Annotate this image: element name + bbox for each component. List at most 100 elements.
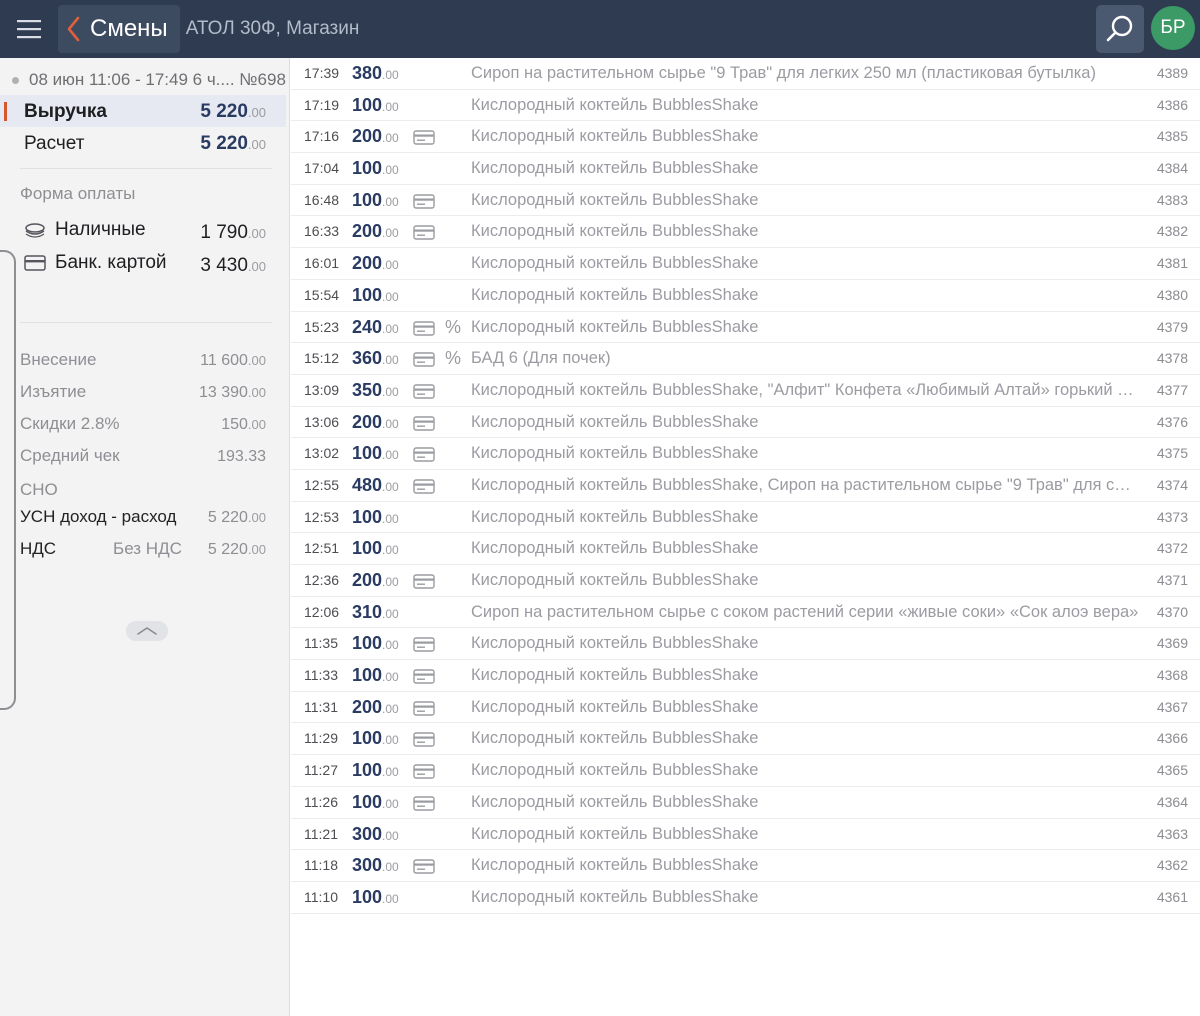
receipt-description: Кислородный коктейль BubblesShake, Сироп… xyxy=(471,475,1139,494)
cash-label: Наличные xyxy=(55,219,146,240)
receipt-time: 13:09 xyxy=(304,381,340,398)
back-button[interactable]: Смены xyxy=(58,5,180,53)
receipt-time: 12:55 xyxy=(304,476,340,493)
receipt-row[interactable]: 12:06 310.00 Сироп на растительном сырье с… xyxy=(291,597,1200,629)
card-icon xyxy=(413,574,435,589)
receipt-row[interactable]: 11:18 300.00 Кислородный коктейль BubblesS… xyxy=(291,850,1200,882)
collapse-button[interactable] xyxy=(126,621,168,641)
discount-label: Скидки 2.8% xyxy=(20,414,120,433)
receipt-number: 4373 xyxy=(1156,508,1188,525)
receipt-number: 4380 xyxy=(1156,286,1188,303)
receipt-amount: 310.00 xyxy=(352,601,399,622)
vat-label: НДС xyxy=(20,539,57,558)
receipt-row[interactable]: 17:16 200.00 Кислородный коктейль BubblesS… xyxy=(291,121,1200,154)
receipt-row[interactable]: 17:19 100.00 Кислородный коктейль BubblesS… xyxy=(291,90,1200,122)
receipt-description: Кислородный коктейль BubblesShake xyxy=(471,507,759,526)
card-payment-indicator xyxy=(413,732,435,752)
receipt-amount: 480.00 xyxy=(352,474,399,495)
device-subtitle: АТОЛ 30Ф, Магазин xyxy=(185,18,360,39)
withdrawal-value: 13 390.00 xyxy=(198,384,266,401)
receipt-row[interactable]: 17:04 100.00 Кислородный коктейль BubblesS… xyxy=(291,153,1200,185)
receipt-row[interactable]: 12:36 200.00 Кислородный коктейль BubblesS… xyxy=(291,565,1200,597)
receipt-row[interactable]: 17:39 380.00 Сироп на растительном сырье "… xyxy=(291,58,1200,90)
receipt-number: 4363 xyxy=(1156,825,1188,842)
receipt-row[interactable]: 12:55 480.00 Кислородный коктейль BubblesS… xyxy=(291,470,1200,502)
receipt-row[interactable]: 11:33 100.00 Кислородный коктейль BubblesS… xyxy=(291,660,1200,692)
receipt-description: Сироп на растительном сырье "9 Трав" для… xyxy=(471,64,1096,82)
receipt-number: 4368 xyxy=(1156,667,1188,684)
avatar[interactable]: БР xyxy=(1151,6,1195,50)
receipt-description: Сироп на растительном сырье с соком раст… xyxy=(471,602,1139,621)
settlement-row[interactable]: Расчет 5 220.00 xyxy=(24,133,266,155)
receipt-row[interactable]: 11:26 100.00 Кислородный коктейль BubblesS… xyxy=(291,787,1200,819)
receipt-amount: 100.00 xyxy=(352,791,399,812)
receipt-row[interactable]: 13:02 100.00 Кислородный коктейль BubblesS… xyxy=(291,438,1200,470)
receipt-row[interactable]: 11:21 300.00 Кислородный коктейль BubblesS… xyxy=(291,819,1200,851)
shift-selector[interactable]: 08 июн 11:06 - 17:49 6 ч.... №698 xyxy=(12,70,286,90)
vat-value: 5 220.00 xyxy=(207,541,266,558)
receipt-amount: 100.00 xyxy=(352,886,399,907)
card-icon xyxy=(413,130,435,146)
receipt-row[interactable]: 12:51 100.00 Кислородный коктейль BubblesS… xyxy=(291,533,1200,565)
receipt-row[interactable]: 16:33 200.00 Кислородный коктейль BubblesS… xyxy=(291,216,1200,249)
receipt-time: 11:29 xyxy=(304,730,338,747)
receipt-number: 4384 xyxy=(1156,160,1188,177)
receipt-description: Кислородный коктейль BubblesShake xyxy=(471,571,759,589)
receipt-row[interactable]: 13:06 200.00 Кислородный коктейль BubblesS… xyxy=(291,407,1200,439)
receipt-amount: 300.00 xyxy=(352,855,399,876)
revenue-row[interactable]: Выручка 5 220.00 xyxy=(24,101,266,123)
receipt-description: Кислородный коктейль BubblesShake xyxy=(471,792,759,811)
receipt-row[interactable]: 15:23 240.00% Кислородный коктейль Bubbles… xyxy=(291,312,1200,344)
receipt-number: 4372 xyxy=(1156,540,1188,557)
card-icon xyxy=(413,479,435,494)
receipt-row[interactable]: 11:29 100.00 Кислородный коктейль BubblesS… xyxy=(291,723,1200,756)
receipt-row[interactable]: 11:10 100.00 Кислородный коктейль BubblesS… xyxy=(291,882,1200,914)
receipt-time: 11:31 xyxy=(304,698,338,715)
card-icon xyxy=(413,796,435,811)
hamburger-icon xyxy=(17,20,41,39)
receipt-amount: 200.00 xyxy=(352,411,399,432)
receipt-row[interactable]: 11:31 200.00 Кислородный коктейль BubblesS… xyxy=(291,692,1200,724)
receipt-row[interactable]: 15:12 360.00% БАД 6 (Для почек) 4378 xyxy=(291,343,1200,375)
receipt-row[interactable]: 12:53 100.00 Кислородный коктейль BubblesS… xyxy=(291,502,1200,534)
receipt-time: 16:48 xyxy=(304,191,340,208)
receipt-row[interactable]: 16:01 200.00 Кислородный коктейль BubblesS… xyxy=(291,248,1200,280)
search-button[interactable] xyxy=(1096,5,1144,53)
receipt-number: 4382 xyxy=(1156,223,1188,240)
receipt-description: Кислородный коктейль BubblesShake xyxy=(471,539,759,558)
top-bar: Смены АТОЛ 30Ф, Магазин БР xyxy=(0,0,1200,58)
status-dot xyxy=(12,76,19,84)
chevron-left-icon xyxy=(67,16,80,42)
deposit-label: Внесение xyxy=(20,350,97,369)
card-icon xyxy=(24,255,46,271)
receipt-amount: 100.00 xyxy=(352,189,399,210)
receipt-row[interactable]: 11:27 100.00 Кислородный коктейль BubblesS… xyxy=(291,755,1200,787)
chevron-up-icon xyxy=(137,627,157,635)
receipt-description: БАД 6 (Для почек) xyxy=(471,349,611,368)
card-icon xyxy=(413,669,435,684)
receipt-description: Кислородный коктейль BubblesShake xyxy=(471,856,759,875)
receipt-description: Кислородный коктейль BubblesShake xyxy=(471,444,759,463)
tax-heading: СНО xyxy=(20,480,58,499)
receipt-amount: 300.00 xyxy=(352,823,399,844)
receipt-row[interactable]: 11:35 100.00 Кислородный коктейль BubblesS… xyxy=(291,628,1200,661)
card-icon xyxy=(413,415,435,431)
menu-button[interactable] xyxy=(0,0,58,58)
percent-icon: % xyxy=(445,348,462,369)
page-title: Смены xyxy=(90,15,168,42)
tax-label: УСН доход - расход xyxy=(20,507,177,526)
receipt-row[interactable]: 15:54 100.00 Кислородный коктейль BubblesS… xyxy=(291,280,1200,312)
receipt-time: 16:33 xyxy=(304,223,340,240)
receipt-amount: 100.00 xyxy=(352,760,399,781)
receipt-row[interactable]: 16:48 100.00 Кислородный коктейль BubblesS… xyxy=(291,185,1200,217)
card-icon xyxy=(413,447,435,462)
discount-value: 150.00 xyxy=(221,416,266,433)
average-check-label: Средний чек xyxy=(20,446,120,465)
receipt-number: 4385 xyxy=(1156,128,1188,145)
settlement-label: Расчет xyxy=(24,133,85,154)
receipt-row[interactable]: 13:09 350.00 Кислородный коктейль BubblesS… xyxy=(291,375,1200,407)
receipt-description: Кислородный коктейль BubblesShake xyxy=(471,254,759,273)
receipt-description: Кислородный коктейль BubblesShake xyxy=(471,634,759,653)
receipt-time: 12:06 xyxy=(304,603,340,620)
card-payment-indicator xyxy=(413,130,435,150)
